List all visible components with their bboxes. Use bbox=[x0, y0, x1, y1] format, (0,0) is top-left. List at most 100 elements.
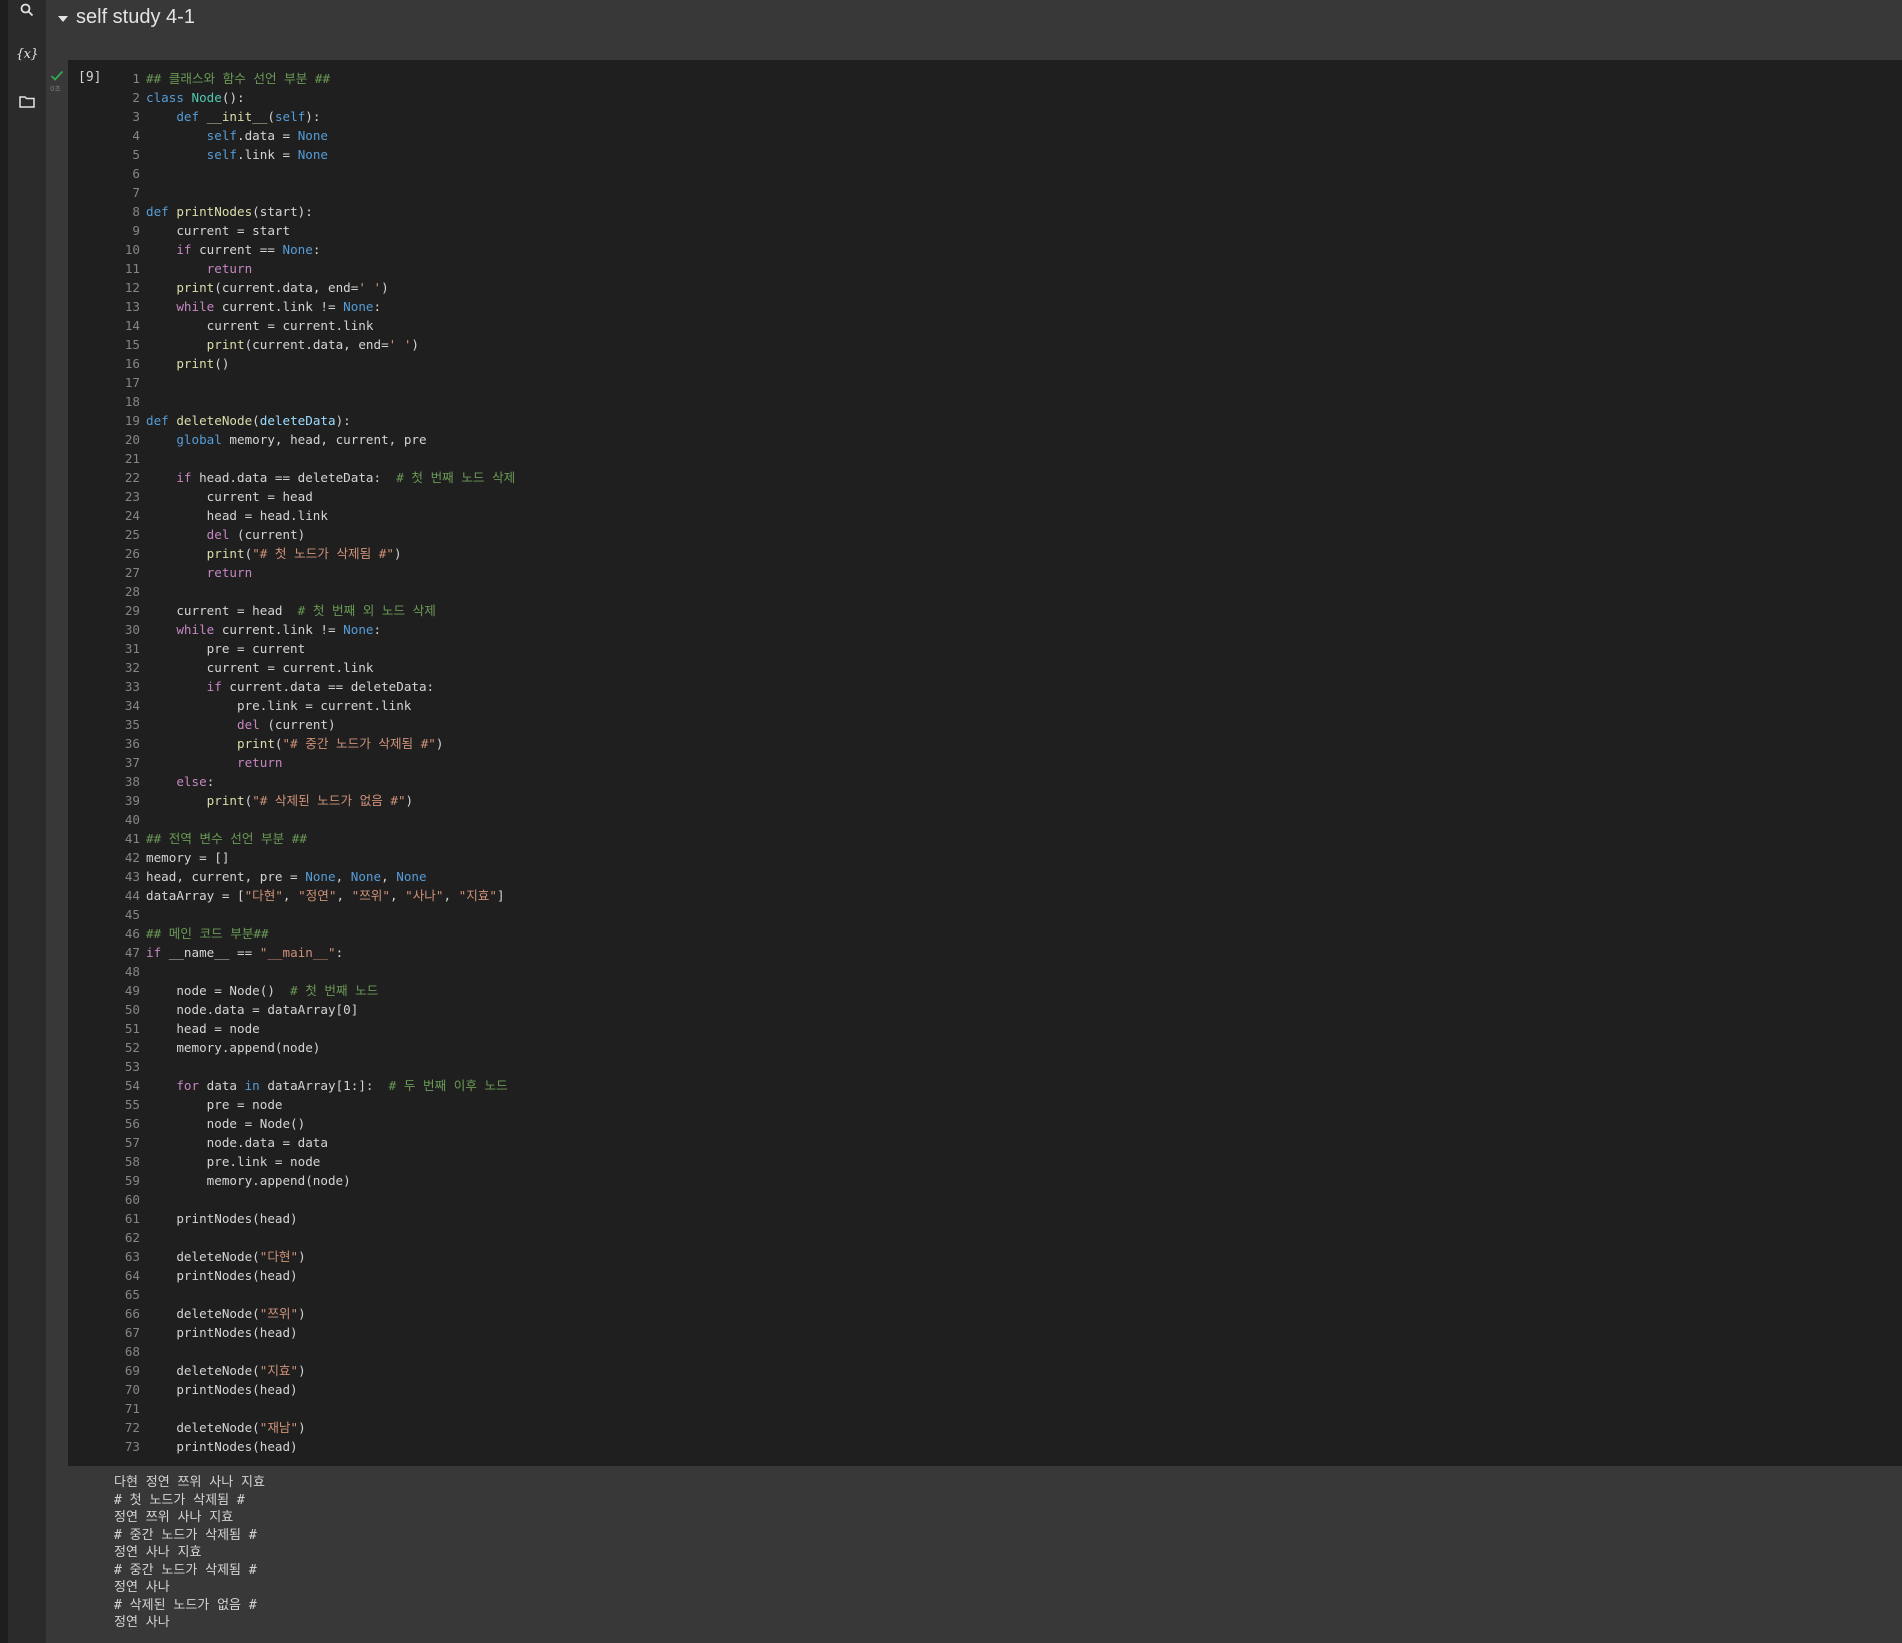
code-line[interactable]: ​ bbox=[146, 1190, 1892, 1209]
code-line[interactable]: ## 메인 코드 부분## bbox=[146, 924, 1892, 943]
line-number: 27 bbox=[124, 565, 140, 580]
code-line[interactable]: print() bbox=[146, 354, 1892, 373]
code-line[interactable]: memory.append(node) bbox=[146, 1038, 1892, 1057]
code-line[interactable]: ​ bbox=[146, 449, 1892, 468]
code-line[interactable]: ​ bbox=[146, 392, 1892, 411]
output-line: # 중간 노드가 삭제됨 # bbox=[114, 1527, 257, 1543]
code-line[interactable]: ​ bbox=[146, 810, 1892, 829]
code-line[interactable]: global memory, head, current, pre bbox=[146, 430, 1892, 449]
code-line[interactable]: ​ bbox=[146, 183, 1892, 202]
line-number: 72 bbox=[124, 1420, 140, 1435]
line-number: 57 bbox=[124, 1135, 140, 1150]
code-line[interactable]: ​ bbox=[146, 1228, 1892, 1247]
code-line[interactable]: memory = [] bbox=[146, 848, 1892, 867]
code-line[interactable]: if current == None: bbox=[146, 240, 1892, 259]
line-number: 36 bbox=[124, 736, 140, 751]
code-line[interactable]: def deleteNode(deleteData): bbox=[146, 411, 1892, 430]
code-line[interactable]: current = start bbox=[146, 221, 1892, 240]
code-line[interactable]: def __init__(self): bbox=[146, 107, 1892, 126]
code-cell[interactable]: 0초 [9] 1 2 3 4 5 6 7 8 9 10 11 12 13 14 15 16 17 18 19 20 21… bbox=[46, 60, 1902, 1643]
code-line[interactable]: print("# 중간 노드가 삭제됨 #") bbox=[146, 734, 1892, 753]
code-line[interactable]: printNodes(head) bbox=[146, 1380, 1892, 1399]
code-line[interactable]: pre.link = current.link bbox=[146, 696, 1892, 715]
line-number: 51 bbox=[124, 1021, 140, 1036]
line-number: 16 bbox=[124, 356, 140, 371]
code-line[interactable]: pre.link = node bbox=[146, 1152, 1892, 1171]
code-line[interactable]: ​ bbox=[146, 962, 1892, 981]
variables-label: {x} bbox=[15, 46, 39, 62]
code-line[interactable]: self.data = None bbox=[146, 126, 1892, 145]
section-header: self study 4-1 bbox=[46, 0, 1902, 60]
code-line[interactable]: pre = node bbox=[146, 1095, 1892, 1114]
line-number: 1 bbox=[132, 71, 140, 86]
section-title[interactable]: self study 4-1 bbox=[76, 6, 195, 29]
code-line[interactable]: ​ bbox=[146, 1057, 1892, 1076]
line-number: 43 bbox=[124, 869, 140, 884]
code-line[interactable]: deleteNode("지효") bbox=[146, 1361, 1892, 1380]
code-line[interactable]: self.link = None bbox=[146, 145, 1892, 164]
code-line[interactable]: ​ bbox=[146, 905, 1892, 924]
code-line[interactable]: if current.data == deleteData: bbox=[146, 677, 1892, 696]
code-line[interactable]: return bbox=[146, 753, 1892, 772]
code-line[interactable]: print("# 첫 노드가 삭제됨 #") bbox=[146, 544, 1892, 563]
code-line[interactable]: ## 전역 변수 선언 부분 ## bbox=[146, 829, 1892, 848]
collapse-section-button[interactable] bbox=[52, 8, 74, 30]
code-line[interactable]: print("# 삭제된 노드가 없음 #") bbox=[146, 791, 1892, 810]
code-line[interactable]: current = current.link bbox=[146, 316, 1892, 335]
code-line[interactable]: head = head.link bbox=[146, 506, 1892, 525]
code-line[interactable]: def printNodes(start): bbox=[146, 202, 1892, 221]
code-line[interactable]: dataArray = ["다현", "정연", "쯔위", "사나", "지효… bbox=[146, 886, 1892, 905]
code-line[interactable]: else: bbox=[146, 772, 1892, 791]
code-line[interactable]: del (current) bbox=[146, 525, 1892, 544]
code-line[interactable]: ​ bbox=[146, 582, 1892, 601]
code-line[interactable]: pre = current bbox=[146, 639, 1892, 658]
output-line: 정연 사나 bbox=[114, 1615, 170, 1630]
line-number: 69 bbox=[124, 1363, 140, 1378]
folder-icon[interactable] bbox=[17, 91, 37, 111]
code-line[interactable]: printNodes(head) bbox=[146, 1209, 1892, 1228]
line-number: 26 bbox=[124, 546, 140, 561]
code-line[interactable]: ​ bbox=[146, 164, 1892, 183]
code-line[interactable]: current = current.link bbox=[146, 658, 1892, 677]
code-line[interactable]: deleteNode("재남") bbox=[146, 1418, 1892, 1437]
search-icon[interactable] bbox=[17, 0, 37, 20]
code-line[interactable]: if __name__ == "__main__": bbox=[146, 943, 1892, 962]
code-line[interactable]: printNodes(head) bbox=[146, 1323, 1892, 1342]
code-line[interactable]: printNodes(head) bbox=[146, 1266, 1892, 1285]
code-line[interactable]: return bbox=[146, 259, 1892, 278]
code-line[interactable]: while current.link != None: bbox=[146, 620, 1892, 639]
code-line[interactable]: head, current, pre = None, None, None bbox=[146, 867, 1892, 886]
code-line[interactable]: current = head # 첫 번째 외 노드 삭제 bbox=[146, 601, 1892, 620]
code-line[interactable]: head = node bbox=[146, 1019, 1892, 1038]
code-line[interactable]: ​ bbox=[146, 373, 1892, 392]
code-line[interactable]: if head.data == deleteData: # 첫 번째 노드 삭제 bbox=[146, 468, 1892, 487]
code-editor[interactable]: [9] 1 2 3 4 5 6 7 8 9 10 11 12 13 14 15 16 17 18 19 20 21 22 2… bbox=[68, 60, 1902, 1466]
code-line[interactable]: deleteNode("다현") bbox=[146, 1247, 1892, 1266]
code-line[interactable]: return bbox=[146, 563, 1892, 582]
code-line[interactable]: for data in dataArray[1:]: # 두 번째 이후 노드 bbox=[146, 1076, 1892, 1095]
caret-down-icon bbox=[58, 16, 68, 22]
execution-count[interactable]: [9] bbox=[78, 70, 101, 85]
line-number: 22 bbox=[124, 470, 140, 485]
line-number: 35 bbox=[124, 717, 140, 732]
code-line[interactable]: ​ bbox=[146, 1342, 1892, 1361]
output-line: # 삭제된 노드가 없음 # bbox=[114, 1597, 257, 1613]
code-line[interactable]: ## 클래스와 함수 선언 부분 ## bbox=[146, 69, 1892, 88]
code-text[interactable]: ## 클래스와 함수 선언 부분 ## class Node(): def __i… bbox=[146, 69, 1892, 1456]
code-line[interactable]: deleteNode("쯔위") bbox=[146, 1304, 1892, 1323]
code-line[interactable]: class Node(): bbox=[146, 88, 1892, 107]
code-line[interactable]: node.data = data bbox=[146, 1133, 1892, 1152]
code-line[interactable]: print(current.data, end=' ') bbox=[146, 335, 1892, 354]
code-line[interactable]: node = Node() bbox=[146, 1114, 1892, 1133]
code-line[interactable]: del (current) bbox=[146, 715, 1892, 734]
code-line[interactable]: current = head bbox=[146, 487, 1892, 506]
variables-icon[interactable]: {x} bbox=[15, 44, 39, 64]
code-line[interactable]: node.data = dataArray[0] bbox=[146, 1000, 1892, 1019]
code-line[interactable]: printNodes(head) bbox=[146, 1437, 1892, 1456]
code-line[interactable]: ​ bbox=[146, 1285, 1892, 1304]
code-line[interactable]: print(current.data, end=' ') bbox=[146, 278, 1892, 297]
code-line[interactable]: memory.append(node) bbox=[146, 1171, 1892, 1190]
code-line[interactable]: node = Node() # 첫 번째 노드 bbox=[146, 981, 1892, 1000]
code-line[interactable]: while current.link != None: bbox=[146, 297, 1892, 316]
code-line[interactable]: ​ bbox=[146, 1399, 1892, 1418]
